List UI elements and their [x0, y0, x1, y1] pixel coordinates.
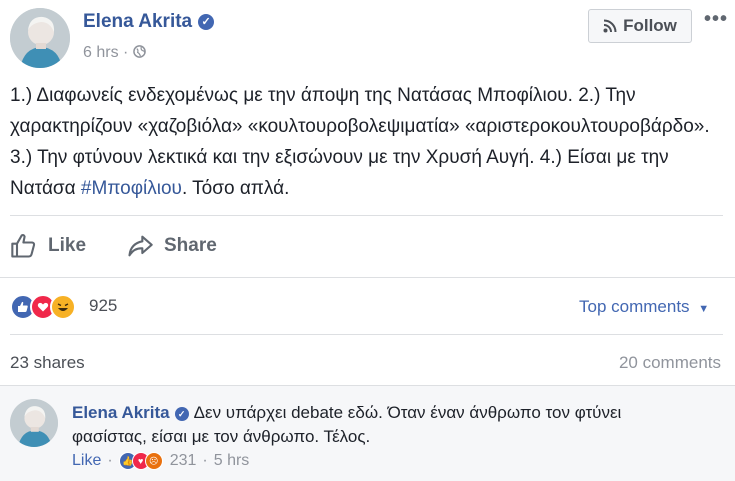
share-button[interactable]: Share — [126, 232, 217, 260]
hashtag-link[interactable]: #Μποφίλιου — [81, 178, 182, 199]
post-author-row: Elena Akrita ✓ — [83, 11, 215, 33]
comment-separator-2: · — [202, 452, 208, 469]
reaction-count[interactable]: 925 — [89, 296, 117, 316]
rss-icon — [603, 19, 617, 33]
share-icon — [128, 235, 153, 257]
comment-body: Elena Akrita ✓ Δεν υπάρχει debate εδώ. Ότα… — [72, 401, 682, 449]
post-author-name[interactable]: Elena Akrita — [83, 11, 192, 32]
divider-top — [10, 215, 723, 216]
comment-time[interactable]: 5 hrs — [214, 452, 250, 470]
comment-reaction-icons[interactable]: 👍 ♥ ☹ — [118, 452, 163, 470]
comment-separator: · — [107, 452, 113, 469]
shares-count[interactable]: 23 shares — [10, 353, 85, 373]
comment-author-avatar[interactable] — [10, 399, 58, 447]
divider-actions — [0, 277, 735, 278]
more-options-icon[interactable]: ••• — [704, 8, 728, 31]
comment-author-name[interactable]: Elena Akrita — [72, 403, 170, 422]
post-time[interactable]: 6 hrs — [83, 44, 119, 61]
comment-angry-reaction-icon: ☹ — [144, 452, 163, 470]
caret-down-icon: ▼ — [698, 303, 710, 315]
comment-actions: Like · 👍 ♥ ☹ 231 · 5 hrs — [72, 452, 249, 470]
comment-like-button[interactable]: Like — [72, 452, 101, 470]
reaction-icons[interactable] — [10, 294, 76, 320]
haha-reaction-icon — [50, 294, 76, 320]
comment-verified-icon: ✓ — [174, 407, 189, 421]
divider-comments — [0, 385, 735, 386]
like-button[interactable]: Like — [10, 232, 86, 260]
post-text-end: . Τόσο απλά. — [181, 178, 290, 199]
follow-button[interactable]: Follow — [588, 9, 692, 43]
comments-count[interactable]: 20 comments — [619, 353, 721, 373]
share-label: Share — [164, 235, 217, 256]
comment-avatar-photo — [10, 399, 58, 447]
top-comments-label: Top comments — [579, 297, 690, 316]
post-meta: 6 hrs · — [83, 44, 146, 62]
like-label: Like — [48, 235, 87, 256]
thumbs-up-icon — [11, 234, 36, 258]
post-text: 1.) Διαφωνείς ενδεχομένως με την άποψη τ… — [10, 80, 725, 204]
meta-separator: · — [123, 44, 133, 61]
verified-badge-icon: ✓ — [198, 14, 215, 30]
comment-reaction-count[interactable]: 231 — [170, 452, 197, 470]
avatar-photo — [10, 8, 70, 68]
globe-icon[interactable] — [132, 45, 146, 58]
author-avatar[interactable] — [10, 8, 70, 68]
divider-stats — [10, 334, 723, 335]
follow-label: Follow — [623, 16, 677, 35]
top-comments-dropdown[interactable]: Top comments ▼ — [579, 297, 709, 317]
